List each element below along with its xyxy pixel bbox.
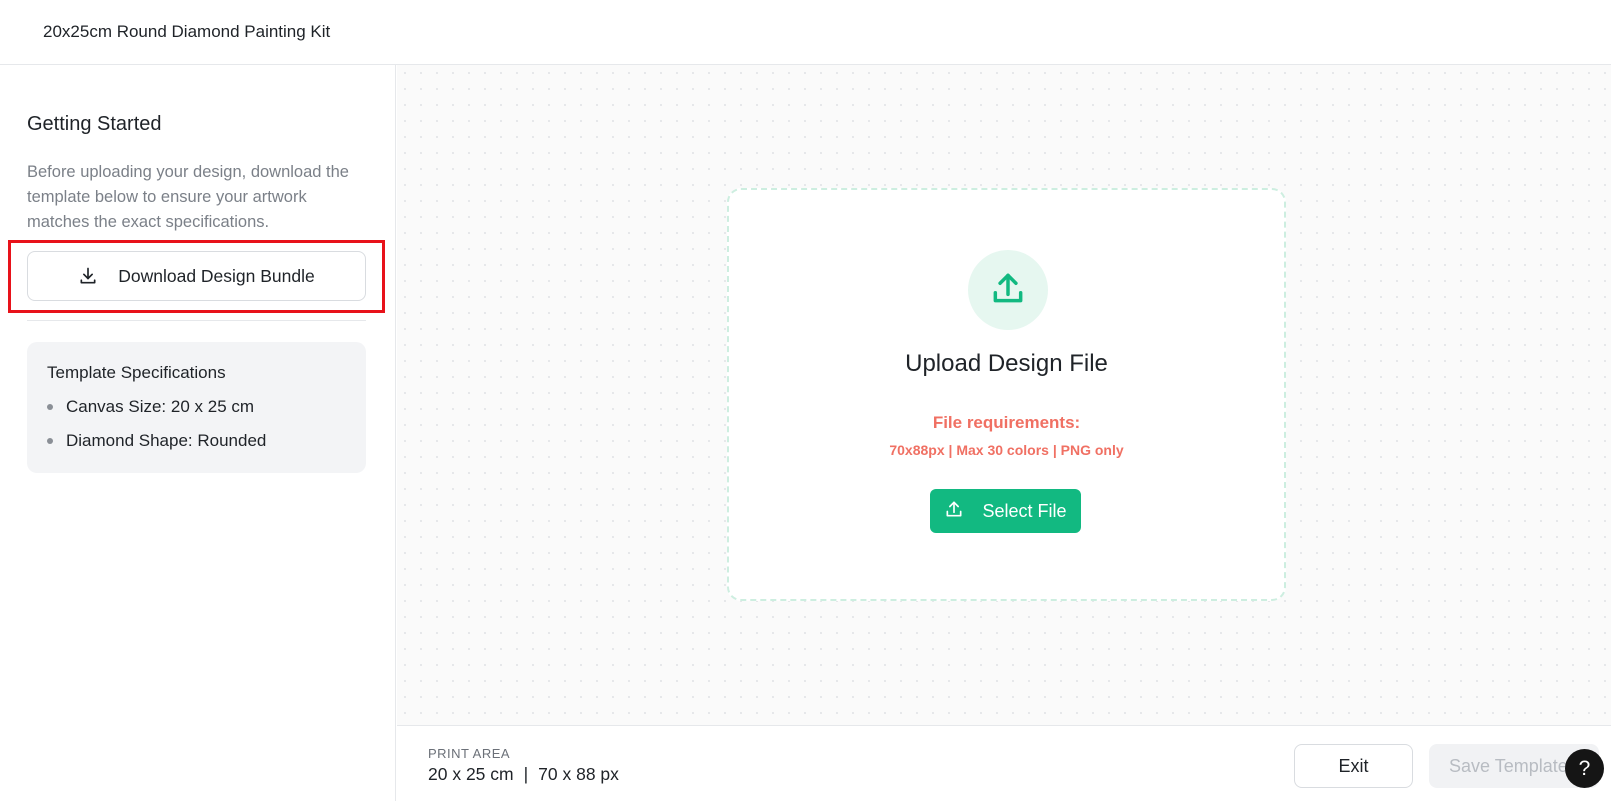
download-design-bundle-button[interactable]: Download Design Bundle <box>27 251 366 301</box>
template-specifications-card: Template Specifications Canvas Size: 20 … <box>27 342 366 473</box>
upload-icon <box>989 269 1027 312</box>
print-area-cm: 20 x 25 cm <box>428 764 514 784</box>
spec-item: Diamond Shape: Rounded <box>47 431 266 451</box>
specs-title: Template Specifications <box>47 363 226 382</box>
spec-item-label: Diamond Shape: Rounded <box>66 431 267 450</box>
upload-icon <box>944 499 964 524</box>
help-icon: ? <box>1578 756 1591 780</box>
top-header: 20x25cm Round Diamond Painting Kit <box>0 0 1611 65</box>
footer-bar: PRINT AREA 20 x 25 cm | 70 x 88 px Exit Sa… <box>397 725 1611 801</box>
print-area-label: PRINT AREA <box>428 746 511 761</box>
exit-button[interactable]: Exit <box>1294 744 1413 788</box>
design-canvas: Upload Design File File requirements: 70… <box>397 65 1611 725</box>
upload-dropzone[interactable]: Upload Design File File requirements: 70… <box>727 188 1286 601</box>
bullet-icon <box>47 404 53 410</box>
select-file-button[interactable]: Select File <box>930 489 1081 533</box>
bullet-icon <box>47 438 53 444</box>
select-file-label: Select File <box>982 500 1067 521</box>
upload-title: Upload Design File <box>905 350 1108 377</box>
print-area-px: 70 x 88 px <box>538 764 619 784</box>
product-title: 20x25cm Round Diamond Painting Kit <box>43 22 331 41</box>
help-button[interactable]: ? <box>1565 749 1604 788</box>
spec-item: Canvas Size: 20 x 25 cm <box>47 397 254 417</box>
sidebar-description: Before uploading your design, download t… <box>27 163 349 231</box>
sidebar-title: Getting Started <box>27 113 162 135</box>
spec-item-label: Canvas Size: 20 x 25 cm <box>66 397 255 416</box>
print-area-separator: | <box>523 764 529 784</box>
download-button-label: Download Design Bundle <box>118 265 315 286</box>
sidebar-divider <box>27 320 366 321</box>
upload-icon-badge <box>968 250 1048 330</box>
print-area-values: 20 x 25 cm | 70 x 88 px <box>428 764 619 785</box>
requirements-label: File requirements: <box>932 413 1081 432</box>
requirements-detail: 70x88px | Max 30 colors | PNG only <box>889 442 1124 458</box>
download-icon <box>78 266 98 286</box>
sidebar: Getting Started Before uploading your de… <box>0 65 396 801</box>
